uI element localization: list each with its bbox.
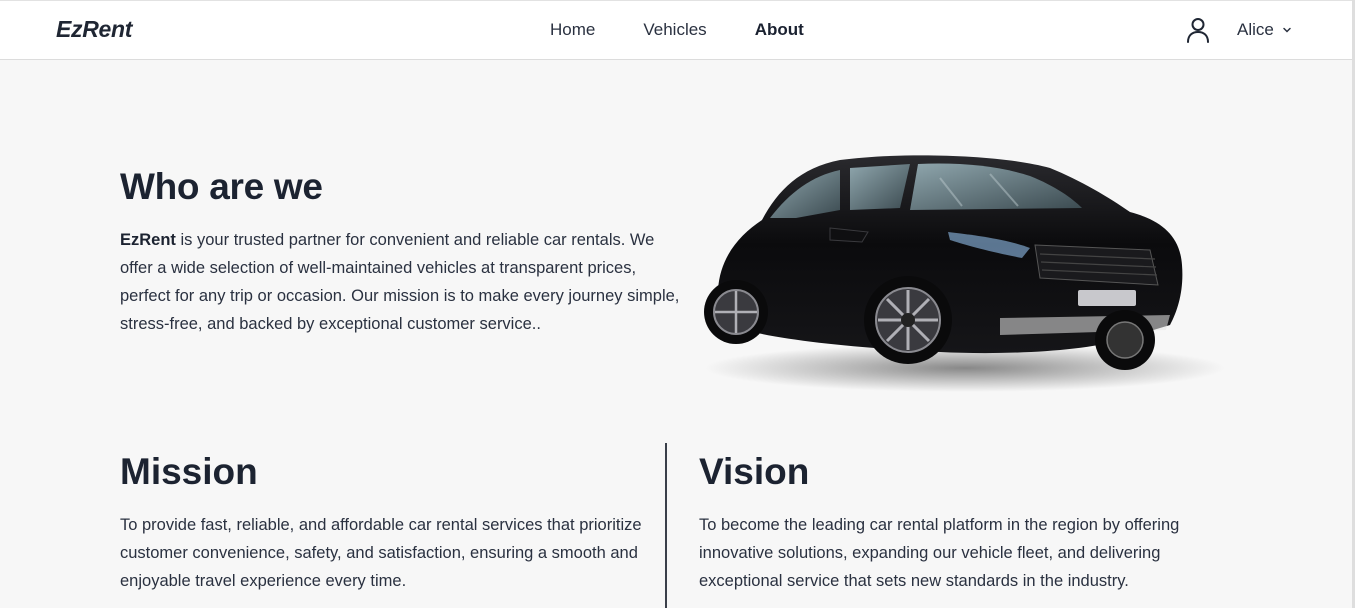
about-text: EzRent is your trusted partner for conve… [120, 226, 680, 338]
about-brand-name: EzRent [120, 231, 176, 249]
nav-home[interactable]: Home [550, 20, 595, 40]
nav-vehicles[interactable]: Vehicles [643, 20, 706, 40]
about-description: is your trusted partner for convenient a… [120, 231, 680, 333]
user-icon[interactable] [1186, 17, 1210, 43]
vision-text: To become the leading car rental platfor… [699, 516, 1180, 590]
about-title: Who are we [120, 166, 323, 207]
navbar: EzRent Home Vehicles About Alice [0, 0, 1352, 60]
brand-logo[interactable]: EzRent [56, 16, 132, 43]
car-image [704, 155, 1225, 392]
mission-text: To provide fast, reliable, and affordabl… [120, 516, 642, 590]
section-divider [665, 443, 667, 608]
nav-about[interactable]: About [755, 20, 804, 40]
user-name: Alice [1237, 20, 1274, 39]
chevron-down-icon [1283, 27, 1291, 33]
mission-title: Mission [120, 451, 258, 492]
user-menu[interactable]: Alice [1237, 20, 1292, 40]
vision-title: Vision [699, 451, 810, 492]
main-nav: Home Vehicles About [550, 20, 804, 40]
